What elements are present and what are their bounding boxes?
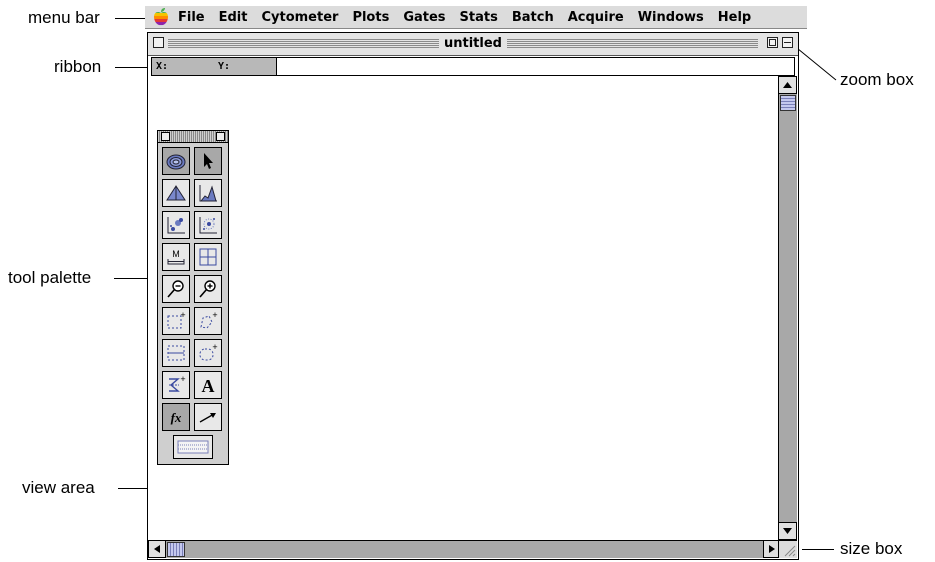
left-arrow-icon [154, 545, 160, 553]
grip-icon [784, 545, 796, 557]
dashed-rectangle-icon: + [167, 310, 186, 329]
menu-acquire[interactable]: Acquire [561, 10, 631, 25]
snap-gate-icon: + [169, 374, 186, 392]
select-arrow-tool[interactable] [194, 147, 222, 175]
dot-plot-icon [167, 217, 185, 234]
histogram-tool[interactable] [194, 179, 222, 207]
function-tool-glyph: fx [171, 410, 182, 425]
callout-zoom-box: zoom box [840, 70, 914, 89]
region-gate-tool[interactable] [162, 339, 190, 367]
zoom-in-tool[interactable] [194, 275, 222, 303]
menu-gates[interactable]: Gates [396, 10, 452, 25]
svg-text:+: + [212, 310, 217, 320]
window-title-wrap: untitled [148, 36, 798, 51]
marker-glyph: M [172, 249, 180, 259]
polygon-gate-tool[interactable]: + [194, 307, 222, 335]
ribbon-coordinates: X: Y: [152, 58, 277, 75]
menu-batch[interactable]: Batch [505, 10, 561, 25]
arrow-line-tool[interactable] [194, 403, 222, 431]
callout-ribbon: ribbon [54, 57, 102, 76]
quadrant-icon [199, 248, 217, 266]
callout-line [115, 18, 145, 19]
document-window: untitled X: Y: [147, 32, 799, 560]
up-arrow-icon [783, 82, 792, 88]
callout-size-box: size box [840, 539, 903, 558]
collapse-box[interactable] [782, 37, 793, 48]
line-arrow-icon [199, 413, 216, 423]
palette-title-bar[interactable] [158, 131, 228, 143]
collapse-line [784, 42, 791, 43]
split-rectangle-icon [167, 345, 185, 361]
horizontal-scrollbar[interactable] [148, 540, 781, 558]
text-tool[interactable]: A [194, 371, 222, 399]
function-icon: fx [171, 410, 182, 425]
3d-histogram-tool[interactable] [162, 179, 190, 207]
menu-edit[interactable]: Edit [212, 10, 255, 25]
rectangle-gate-tool[interactable]: + [162, 307, 190, 335]
snap-to-gate-tool[interactable]: + [162, 371, 190, 399]
contour-icon [166, 154, 186, 170]
text-icon: A [202, 376, 215, 396]
dashed-oval-icon: + [199, 342, 218, 361]
scroll-down-arrow[interactable] [778, 522, 797, 540]
zoom-out-tool[interactable] [162, 275, 190, 303]
density-plot-tool[interactable] [194, 211, 222, 239]
density-plot-icon [199, 217, 217, 234]
oval-gate-tool[interactable]: + [194, 339, 222, 367]
callout-view-area: view area [22, 478, 95, 497]
menu-bar: File Edit Cytometer Plots Gates Stats Ba… [145, 6, 807, 29]
magnifier-minus-icon [167, 280, 184, 298]
arrow-pointer-icon [204, 153, 213, 169]
tool-palette[interactable]: M + + + + A fx [157, 130, 229, 465]
zoom-box-inner [769, 39, 776, 46]
window-title: untitled [439, 36, 507, 51]
svg-text:+: + [180, 310, 185, 320]
function-tool[interactable]: fx [162, 403, 190, 431]
vertical-scroll-thumb[interactable] [780, 95, 796, 111]
palette-collapse-box[interactable] [216, 132, 225, 141]
marker-tool[interactable]: M [162, 243, 190, 271]
apple-menu-icon[interactable] [145, 6, 175, 28]
histogram-icon [199, 185, 217, 202]
ribbon-y-label: Y: [218, 61, 231, 72]
menu-help[interactable]: Help [711, 10, 758, 25]
callout-line [115, 67, 149, 68]
horizontal-scroll-thumb[interactable] [167, 542, 185, 557]
dot-plot-tool[interactable] [162, 211, 190, 239]
scroll-left-arrow[interactable] [148, 540, 166, 558]
dashed-polygon-icon: + [200, 310, 218, 329]
zoom-box[interactable] [767, 37, 778, 48]
menu-file[interactable]: File [175, 10, 212, 25]
menu-windows[interactable]: Windows [631, 10, 711, 25]
svg-text:+: + [180, 374, 185, 384]
contour-plot-tool[interactable] [162, 147, 190, 175]
size-box[interactable] [778, 540, 797, 558]
callout-tool-palette: tool palette [8, 268, 92, 287]
palette-close-box[interactable] [161, 132, 170, 141]
magnifier-plus-icon [199, 280, 216, 298]
menu-plots[interactable]: Plots [345, 10, 396, 25]
quadrant-tool[interactable] [194, 243, 222, 271]
svg-text:+: + [212, 342, 217, 352]
title-bar[interactable]: untitled [148, 33, 798, 56]
menu-cytometer[interactable]: Cytometer [254, 10, 345, 25]
ribbon: X: Y: [151, 57, 795, 76]
layout-tool[interactable] [173, 435, 213, 459]
layout-grid-icon [177, 440, 209, 454]
callout-menu-bar: menu bar [28, 8, 100, 27]
marker-icon: M [167, 249, 185, 265]
ribbon-x-label: X: [156, 61, 169, 72]
down-arrow-icon [783, 528, 792, 534]
scroll-up-arrow[interactable] [778, 76, 797, 94]
callout-line [802, 549, 834, 550]
vertical-scrollbar[interactable] [778, 76, 797, 540]
3d-plot-icon [166, 185, 186, 201]
menu-stats[interactable]: Stats [453, 10, 505, 25]
text-tool-glyph: A [202, 376, 215, 396]
